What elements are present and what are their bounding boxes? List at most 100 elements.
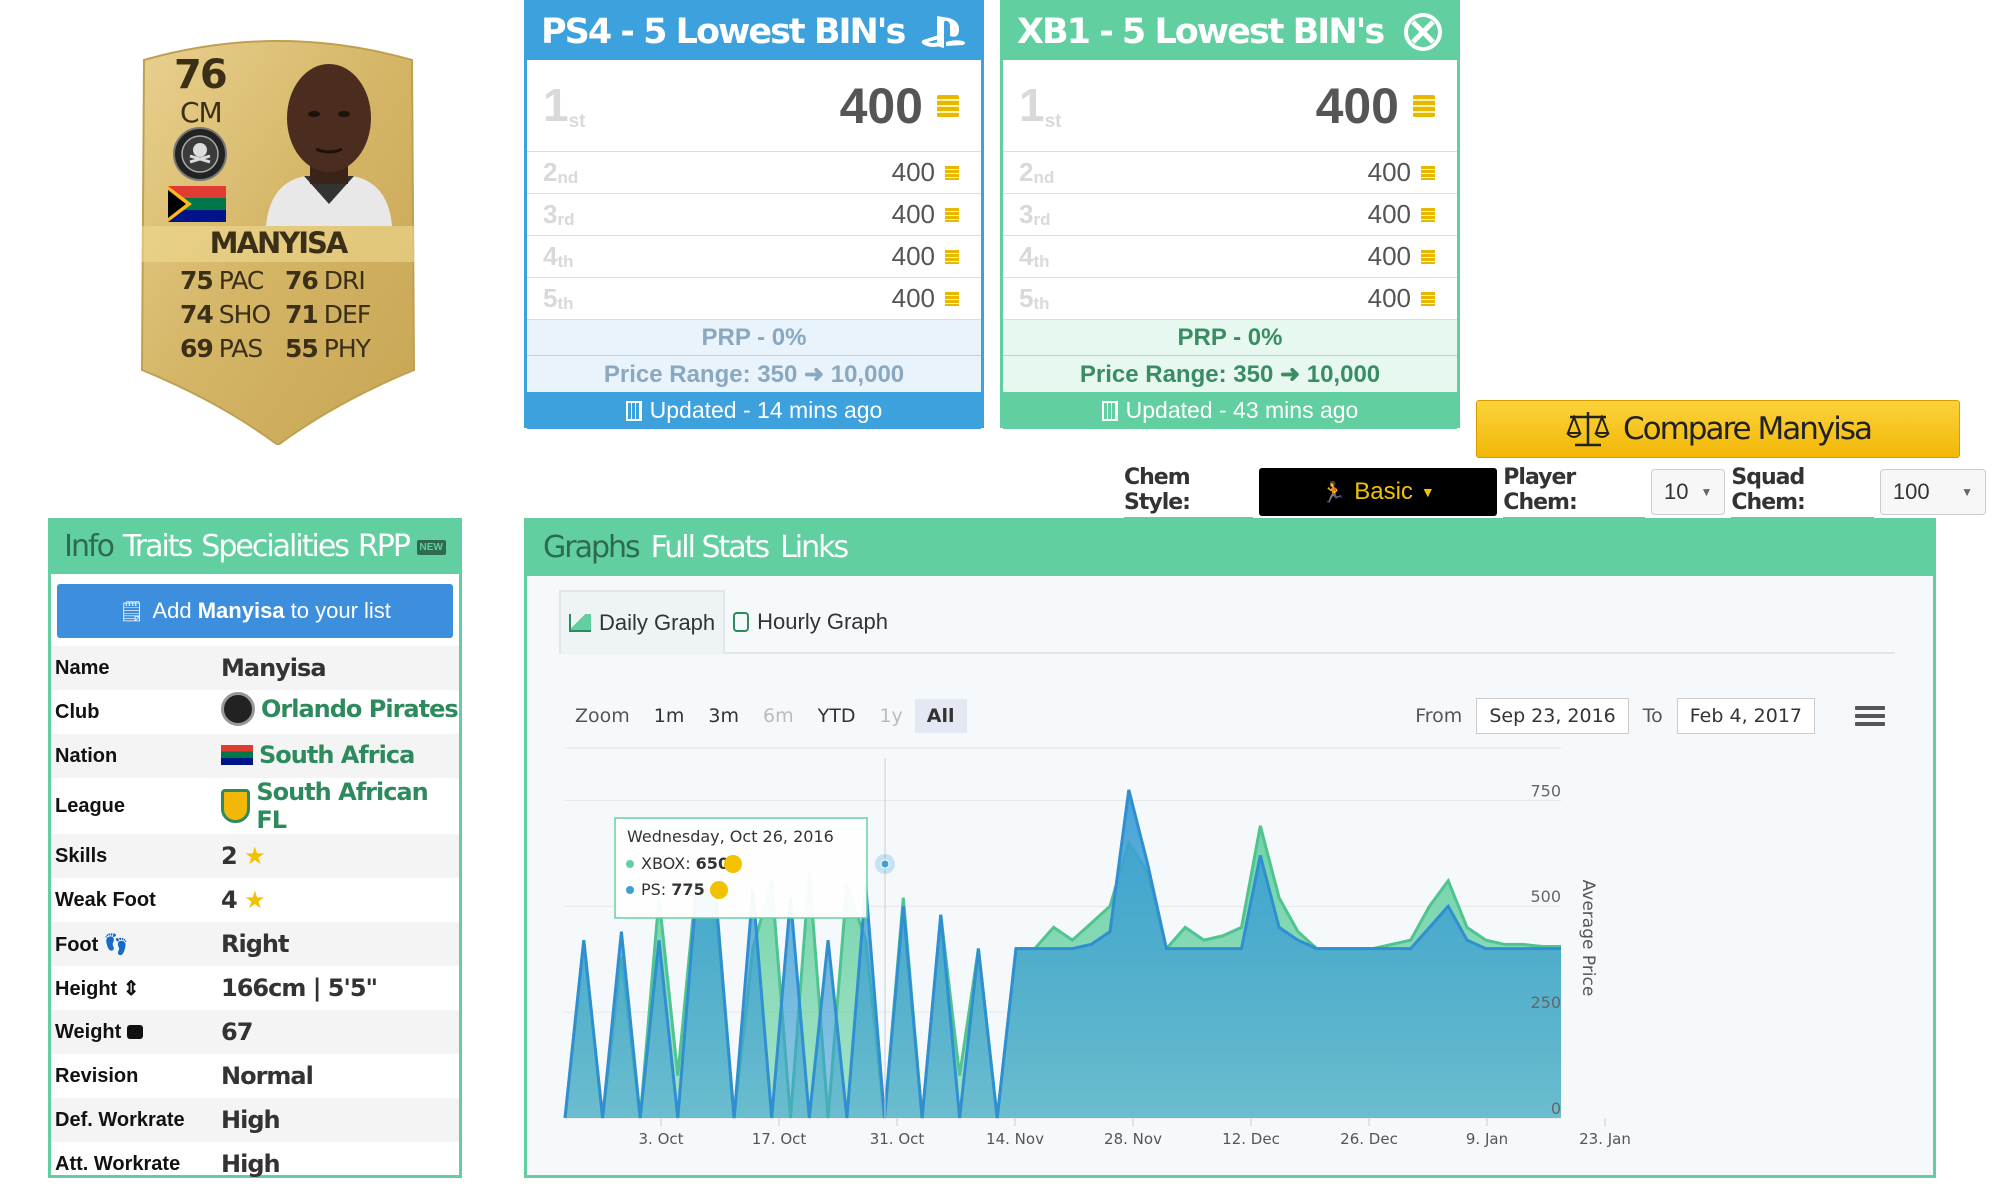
tab-graphs[interactable]: Graphs <box>543 530 641 565</box>
info-panel: Info Traits Specialities RPP NEW 🗒 Add M… <box>48 518 462 1178</box>
to-date-input[interactable]: Feb 4, 2017 <box>1676 698 1815 734</box>
xb1-bin-header: XB1 - 5 Lowest BIN's <box>1003 3 1457 60</box>
coin-icon <box>710 881 728 899</box>
tab-full-stats[interactable]: Full Stats <box>651 530 770 565</box>
xb1-bin-row-4: 4th 400 <box>1003 236 1457 278</box>
x-tick-label: 9. Jan <box>1466 1130 1508 1148</box>
zoom-6m-button[interactable]: 6m <box>751 699 806 733</box>
tab-info[interactable]: Info <box>64 529 115 564</box>
tab-specialities[interactable]: Specialities <box>201 529 350 564</box>
y-axis-label: Average Price <box>1578 880 1598 997</box>
x-tick-label: 31. Oct <box>870 1130 925 1148</box>
rank-label: 1st <box>1019 79 1062 132</box>
info-row-skills: Skills 2 ★ <box>51 834 459 878</box>
tab-links[interactable]: Links <box>780 530 849 565</box>
x-tick-label: 12. Dec <box>1222 1130 1280 1148</box>
price-value: 400 <box>840 77 959 135</box>
daily-graph-tab[interactable]: Daily Graph <box>559 590 726 654</box>
club-link[interactable]: Orlando Pirates <box>221 692 459 726</box>
caret-down-icon: ▼ <box>1961 485 1973 499</box>
coin-icon <box>1413 94 1435 117</box>
tab-rpp[interactable]: RPP NEW <box>358 529 446 564</box>
ps4-bin-row-4: 4th 400 <box>527 236 981 278</box>
chart-menu-icon[interactable] <box>1855 702 1885 730</box>
ps4-bin-row-2: 2nd 400 <box>527 152 981 194</box>
ps4-price-range: Price Range: 350 ➜ 10,000 <box>527 356 981 392</box>
stat-sho: 74 SHO <box>180 300 271 329</box>
xb1-bin-row-2: 2nd 400 <box>1003 152 1457 194</box>
x-tick-label: 14. Nov <box>986 1130 1044 1148</box>
club-badge-icon <box>221 692 255 726</box>
x-tick-label: 23. Jan <box>1579 1130 1631 1148</box>
zoom-all-button[interactable]: All <box>914 699 967 733</box>
ps4-bin-row-3: 3rd 400 <box>527 194 981 236</box>
coin-icon <box>945 207 959 222</box>
tab-traits[interactable]: Traits <box>123 529 193 564</box>
league-link[interactable]: South African FL <box>221 778 459 834</box>
nation-link[interactable]: South Africa <box>221 741 415 769</box>
tooltip-ps-value: 775 <box>671 880 704 899</box>
compare-label: Compare Manyisa <box>1623 411 1873 447</box>
south-africa-flag-icon <box>168 186 226 222</box>
y-tick-label: 750 <box>1530 781 1561 800</box>
player-face-image <box>266 64 392 226</box>
coin-icon <box>724 855 742 873</box>
hourly-graph-tab[interactable]: Hourly Graph <box>725 590 896 654</box>
coin-icon <box>945 165 959 180</box>
svg-text:PS: 775: PS: 775 <box>641 880 705 899</box>
xb1-price-range: Price Range: 350 ➜ 10,000 <box>1003 356 1457 392</box>
stat-pac: 75 PAC <box>180 266 264 295</box>
graph-panel: Graphs Full Stats Links Daily Graph Hour… <box>524 518 1936 1178</box>
card-stats: 75 PAC 76 DRI 74 SHO 71 DEF 69 PAS 55 PHY <box>180 266 390 368</box>
add-to-list-button[interactable]: 🗒 Add Manyisa to your list <box>57 584 453 638</box>
price-value: 400 <box>1316 77 1435 135</box>
info-tabs: Info Traits Specialities RPP NEW <box>51 518 459 574</box>
chem-style-dropdown[interactable]: 🏃 Basic ▼ <box>1258 468 1498 516</box>
coin-icon <box>1421 291 1435 306</box>
tooltip-date: Wednesday, Oct 26, 2016 <box>627 827 834 846</box>
calculator-icon <box>1101 400 1118 421</box>
compare-button[interactable]: Compare Manyisa <box>1476 400 1960 458</box>
running-man-icon: 🏃 <box>1321 481 1347 504</box>
zoom-1y-button[interactable]: 1y <box>867 699 914 733</box>
date-range: From Sep 23, 2016 To Feb 4, 2017 <box>1415 698 1885 734</box>
zoom-ytd-button[interactable]: YTD <box>806 699 868 733</box>
xb1-prp: PRP - 0% <box>1003 320 1457 356</box>
to-label: To <box>1642 705 1663 727</box>
x-tick-label: 26. Dec <box>1340 1130 1398 1148</box>
x-tick-label: 28. Nov <box>1104 1130 1162 1148</box>
stat-dri: 76 DRI <box>285 266 366 295</box>
south-africa-flag-icon <box>221 745 253 765</box>
from-date-input[interactable]: Sep 23, 2016 <box>1476 698 1629 734</box>
footprints-icon: 👣 <box>103 933 129 956</box>
ps4-prp: PRP - 0% <box>527 320 981 356</box>
rank-label: 1st <box>543 79 586 132</box>
card-player-name: MANYISA <box>209 226 349 260</box>
coin-icon <box>937 94 959 117</box>
squad-chem-select[interactable]: 100 ▼ <box>1879 469 1986 515</box>
ps4-bin-title: PS4 - 5 Lowest BIN's <box>541 11 906 52</box>
info-row-weak-foot: Weak Foot 4 ★ <box>55 886 266 914</box>
info-row-nation: Nation South Africa <box>51 734 459 778</box>
info-row-name: Name Manyisa <box>51 646 459 690</box>
chart-tooltip: Wednesday, Oct 26, 2016 XBOX: 650 PS: 77… <box>614 817 868 919</box>
ps4-bin-row-1: 1st 400 <box>527 60 981 152</box>
info-row-att-workrate: Att. Workrate High <box>55 1150 281 1178</box>
hover-point <box>880 859 890 869</box>
area-chart-icon <box>569 614 591 632</box>
stat-pas: 69 PAS <box>180 334 263 363</box>
coin-icon <box>1421 207 1435 222</box>
zoom-3m-button[interactable]: 3m <box>696 699 751 733</box>
y-tick-label: 250 <box>1530 993 1561 1012</box>
info-row-foot: Foot 👣 Right <box>51 922 459 966</box>
tooltip-ps-label: PS: <box>641 880 666 899</box>
calculator-icon <box>625 400 642 421</box>
list-icon: 🗒 <box>119 600 145 623</box>
info-row-club: Club Orlando Pirates <box>51 690 459 734</box>
player-chem-select[interactable]: 10 ▼ <box>1650 469 1726 515</box>
star-icon: ★ <box>244 886 265 914</box>
coin-icon <box>945 291 959 306</box>
zoom-1m-button[interactable]: 1m <box>642 699 697 733</box>
y-tick-label: 0 <box>1551 1099 1561 1118</box>
xb1-lowest-bin-box: XB1 - 5 Lowest BIN's 1st 400 2nd 400 3rd… <box>1000 0 1460 429</box>
